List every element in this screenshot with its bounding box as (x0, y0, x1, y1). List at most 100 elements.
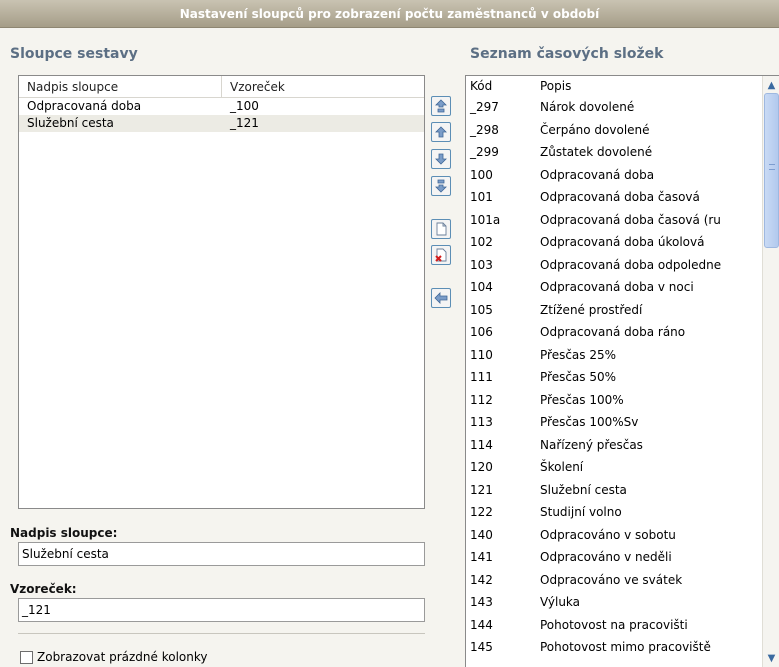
time-component-code: 145 (470, 640, 493, 654)
time-component-row[interactable]: 111 Přesčas 50% (466, 366, 779, 389)
delete-column-button[interactable] (431, 245, 451, 265)
time-component-row[interactable]: 142 Odpracováno ve svátek (466, 569, 779, 592)
new-column-button[interactable] (431, 219, 451, 239)
report-column-row[interactable]: Služební cesta _121 (19, 115, 424, 132)
time-components-list[interactable]: Kód Popis _297 Nárok dovolené _298 Čerpáno … (465, 75, 779, 667)
move-down-button[interactable] (431, 149, 451, 169)
report-column-formula-cell: _121 (230, 116, 259, 130)
time-component-row[interactable]: 140 Odpracováno v sobotu (466, 524, 779, 547)
column-title-label: Nadpis sloupce: (10, 526, 118, 540)
show-empty-option[interactable]: Zobrazovat prázdné kolonky (20, 650, 207, 664)
time-component-description: Nařízený přesčas (540, 437, 643, 452)
time-component-code: 113 (470, 415, 493, 429)
report-columns-title: Sloupce sestavy (10, 46, 138, 62)
scroll-thumb[interactable] (764, 93, 779, 248)
scroll-down-icon[interactable]: ▼ (764, 651, 779, 666)
formula-input[interactable]: _121 (18, 598, 425, 622)
up-arrow-icon (435, 126, 447, 138)
double-up-arrow-icon (435, 99, 447, 113)
time-component-row[interactable]: 113 Přesčas 100%Sv (466, 411, 779, 434)
time-component-code: 101a (470, 212, 501, 227)
time-component-description: Odpracovaná doba (540, 167, 655, 182)
column-header-code[interactable]: Kód (466, 76, 540, 96)
time-component-description: Přesčas 25% (540, 347, 617, 362)
vertical-scrollbar[interactable]: ▲ ▼ (762, 76, 779, 667)
time-component-row[interactable]: _299 Zůstatek dovolené (466, 141, 779, 164)
time-component-description: Přesčas 50% (540, 370, 617, 384)
add-from-list-button[interactable] (431, 288, 451, 308)
time-component-code: 106 (470, 325, 493, 339)
report-column-row[interactable]: Odpracovaná doba _100 (19, 98, 424, 115)
column-header-description[interactable]: Popis (540, 76, 760, 96)
double-down-arrow-icon (435, 179, 447, 193)
column-title-input[interactable]: Služební cesta (18, 542, 425, 566)
formula-label: Vzoreček: (10, 582, 77, 596)
time-component-row[interactable]: 143 Výluka (466, 591, 779, 614)
time-component-code: 140 (470, 527, 493, 542)
time-component-description: Odpracovaná doba ráno (540, 325, 686, 339)
time-component-row[interactable]: 101a Odpracovaná doba časová (ru (466, 209, 779, 232)
column-header-formula[interactable]: Vzoreček (222, 76, 285, 97)
time-component-code: 110 (470, 347, 493, 362)
time-component-row[interactable]: _298 Čerpáno dovolené (466, 119, 779, 142)
time-component-code: 142 (470, 572, 493, 587)
time-component-row[interactable]: 120 Školení (466, 456, 779, 479)
time-component-row[interactable]: 105 Ztížené prostředí (466, 299, 779, 322)
time-component-description: Studijní volno (540, 505, 622, 519)
time-component-code: 143 (470, 595, 493, 609)
time-component-row[interactable]: 122 Studijní volno (466, 501, 779, 524)
time-component-code: _299 (470, 145, 499, 159)
time-component-description: Školení (540, 460, 584, 474)
time-component-row[interactable]: 144 Pohotovost na pracovišti (466, 614, 779, 637)
time-component-row[interactable]: 141 Odpracováno v neděli (466, 546, 779, 569)
show-empty-checkbox[interactable] (20, 650, 33, 664)
time-component-row[interactable]: _297 Nárok dovolené (466, 96, 779, 119)
time-component-description: Služební cesta (540, 482, 627, 497)
time-component-row[interactable]: 101 Odpracovaná doba časová (466, 186, 779, 209)
time-component-code: 103 (470, 257, 493, 272)
time-components-title: Seznam časových složek (470, 46, 664, 62)
time-component-description: Přesčas 100%Sv (540, 415, 639, 429)
time-component-description: Přesčas 100% (540, 392, 624, 407)
time-component-row[interactable]: 100 Odpracovaná doba (466, 164, 779, 187)
report-columns-list[interactable]: Nadpis sloupce Vzoreček Odpracovaná doba… (18, 75, 425, 509)
time-component-description: Odpracovaná doba odpoledne (540, 257, 722, 272)
time-component-code: 102 (470, 235, 493, 249)
time-component-code: _298 (470, 122, 499, 137)
time-component-code: 121 (470, 482, 493, 497)
move-bottom-button[interactable] (431, 176, 451, 196)
time-component-description: Odpracovaná doba úkolová (540, 235, 705, 249)
time-component-row[interactable]: 114 Nařízený přesčas (466, 434, 779, 457)
time-component-description: Pohotovost mimo pracoviště (540, 640, 711, 654)
time-component-description: Ztížené prostředí (540, 302, 643, 317)
time-component-description: Čerpáno dovolené (540, 122, 650, 137)
time-component-row[interactable]: 106 Odpracovaná doba ráno (466, 321, 779, 344)
time-component-description: Pohotovost na pracovišti (540, 617, 688, 632)
divider (18, 633, 425, 634)
time-component-code: _297 (470, 100, 499, 114)
time-component-code: 112 (470, 392, 493, 407)
grip-icon (769, 164, 775, 170)
time-component-row[interactable]: 145 Pohotovost mimo pracoviště (466, 636, 779, 659)
time-component-row[interactable]: 103 Odpracovaná doba odpoledne (466, 254, 779, 277)
time-component-code: 144 (470, 617, 493, 632)
move-up-button[interactable] (431, 122, 451, 142)
new-page-icon (436, 222, 447, 236)
time-component-row[interactable]: 102 Odpracovaná doba úkolová (466, 231, 779, 254)
time-component-description: Odpracováno ve svátek (540, 572, 683, 587)
time-component-description: Odpracovaná doba časová (ru (540, 212, 721, 227)
scroll-up-icon[interactable]: ▲ (764, 78, 779, 93)
time-component-code: 105 (470, 302, 493, 317)
time-component-row[interactable]: 110 Přesčas 25% (466, 344, 779, 367)
time-component-row[interactable]: 121 Služební cesta (466, 479, 779, 502)
left-arrow-icon (434, 292, 448, 304)
window-title: Nastavení sloupců pro zobrazení počtu za… (0, 0, 779, 28)
report-column-title-cell: Odpracovaná doba (27, 99, 142, 113)
column-header-title[interactable]: Nadpis sloupce (19, 76, 222, 97)
time-component-code: 100 (470, 167, 493, 182)
time-component-row[interactable]: 104 Odpracovaná doba v noci (466, 276, 779, 299)
time-components-rows: _297 Nárok dovolené _298 Čerpáno dovolené _2… (466, 96, 779, 659)
time-component-description: Zůstatek dovolené (540, 145, 653, 159)
move-top-button[interactable] (431, 96, 451, 116)
time-component-row[interactable]: 112 Přesčas 100% (466, 389, 779, 412)
